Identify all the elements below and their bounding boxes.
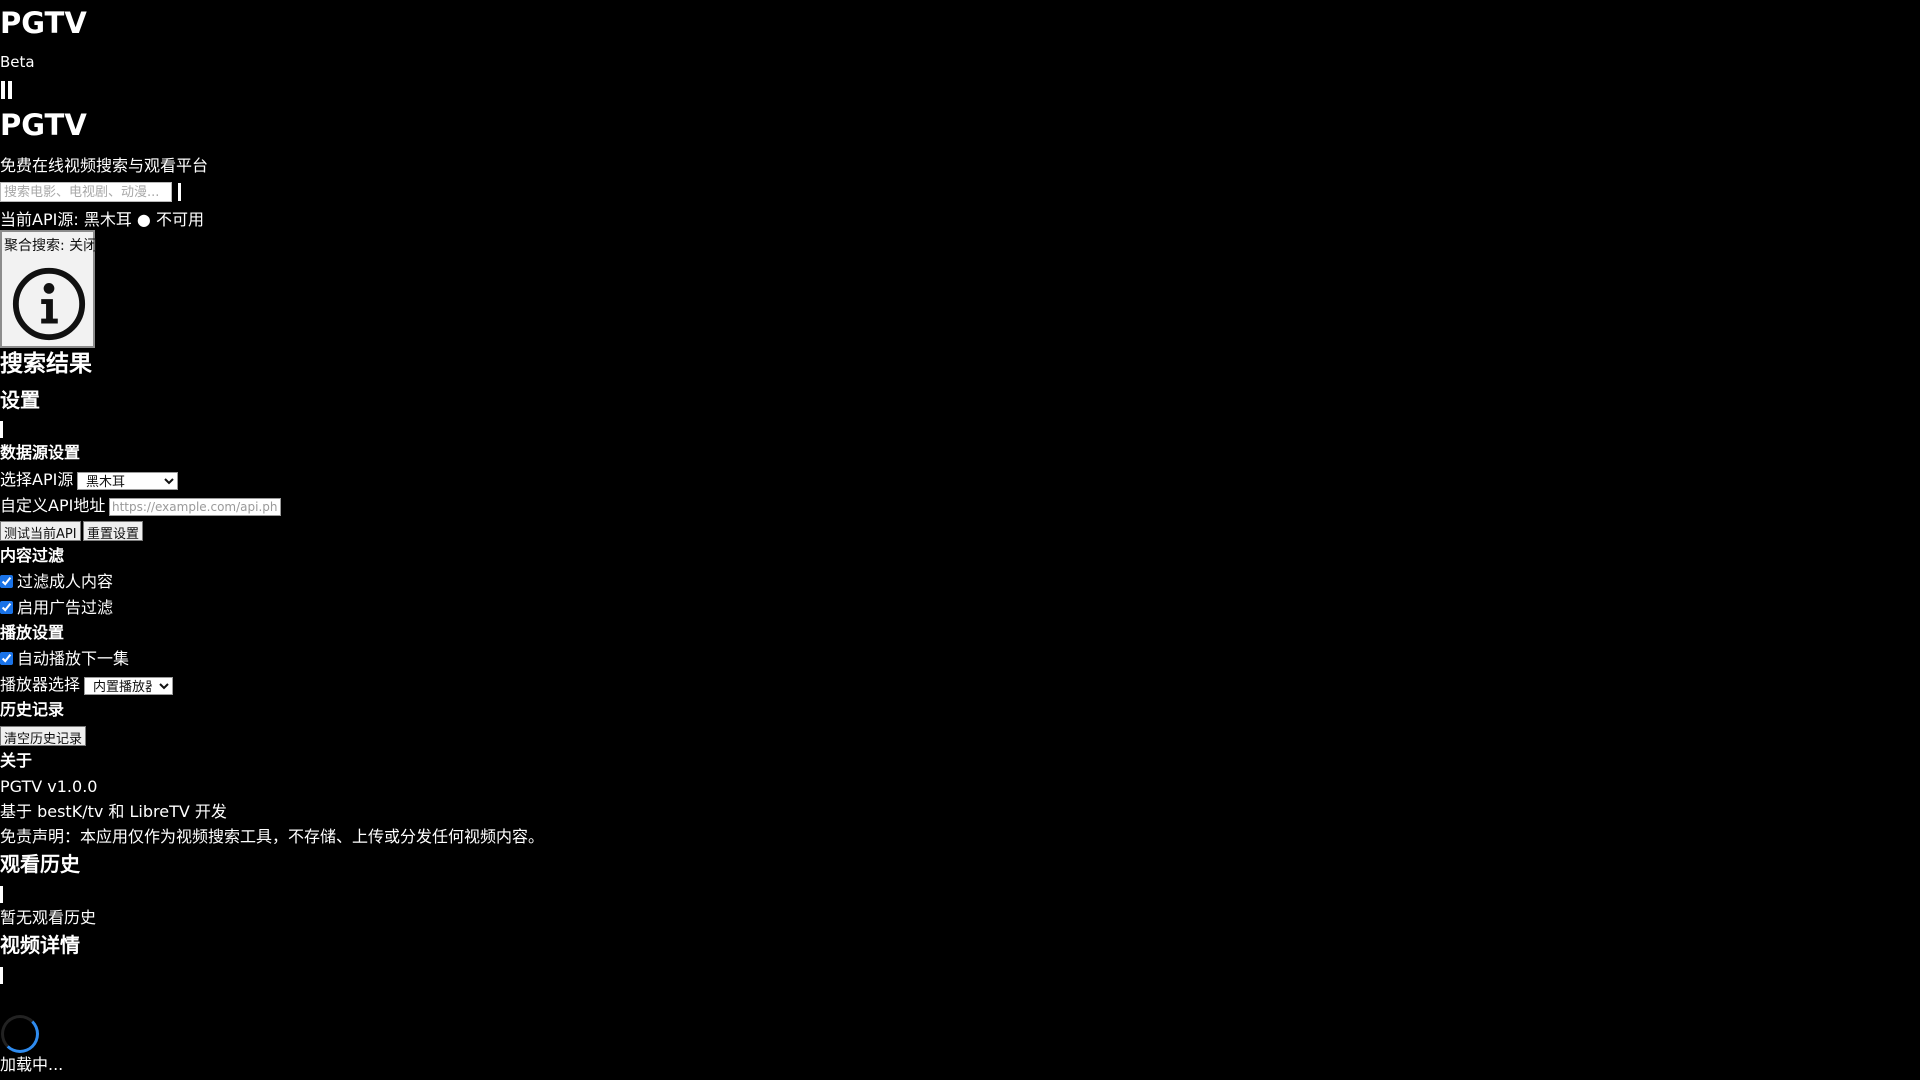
settings-title: 设置	[0, 388, 40, 412]
api-status-label: 当前API源:	[0, 210, 79, 229]
aggregate-search-toggle[interactable]: 聚合搜索: 关闭	[0, 230, 98, 348]
content-filter-title: 内容过滤	[0, 546, 65, 565]
data-source-title: 数据源设置	[0, 443, 81, 462]
test-api-button[interactable]: 测试当前API	[0, 521, 81, 542]
menu-bar-icon-2[interactable]	[8, 81, 12, 99]
loading-spinner-icon	[1, 1015, 39, 1053]
history-settings-title: 历史记录	[0, 700, 65, 719]
player-select[interactable]: 内置播放器	[84, 677, 173, 695]
about-version: PGTV v1.0.0	[0, 777, 98, 796]
watch-history-empty: 暂无观看历史	[0, 908, 97, 927]
autoplay-checkbox[interactable]	[0, 652, 13, 665]
ad-filter-checkbox[interactable]	[0, 601, 13, 614]
page: PGTV Beta PGTV 免费在线视频搜索与观看平台 当前API源: 黑木耳…	[0, 0, 1920, 1080]
reset-settings-button[interactable]: 重置设置	[83, 521, 144, 542]
settings-close-icon[interactable]	[0, 421, 3, 438]
custom-api-label: 自定义API地址	[0, 496, 106, 515]
adult-filter-checkbox[interactable]	[0, 575, 13, 588]
watch-history-close-icon[interactable]	[0, 886, 3, 903]
aggregate-search-label: 聚合搜索: 关闭	[4, 238, 98, 254]
player-label: 播放器选择	[0, 675, 81, 694]
search-input[interactable]	[0, 182, 172, 202]
about-credits: 基于 bestK/tv 和 LibreTV 开发	[0, 802, 227, 821]
custom-api-input[interactable]	[109, 498, 281, 516]
menu-bar-icon[interactable]	[1, 81, 5, 99]
hero-subtitle: 免费在线视频搜索与观看平台	[0, 156, 209, 175]
info-icon[interactable]	[10, 265, 88, 343]
loading-text: 加载中...	[0, 1055, 64, 1074]
autoplay-label: 自动播放下一集	[17, 649, 130, 668]
api-status-state: 不可用	[155, 210, 204, 229]
about-title: 关于	[0, 751, 33, 770]
api-status-source: 黑木耳	[83, 210, 132, 229]
watch-history-title: 观看历史	[0, 852, 80, 876]
search-button[interactable]	[178, 183, 181, 201]
beta-badge: Beta	[0, 53, 35, 71]
adult-filter-label: 过滤成人内容	[17, 572, 114, 591]
video-detail-close-icon[interactable]	[0, 967, 3, 984]
api-source-label: 选择API源	[0, 470, 74, 489]
video-detail-title: 视频详情	[0, 933, 80, 957]
ad-filter-label: 启用广告过滤	[17, 598, 114, 617]
clear-history-button[interactable]: 清空历史记录	[0, 726, 87, 747]
logo-title[interactable]: PGTV	[0, 7, 87, 40]
api-status-dot: ●	[136, 210, 151, 229]
api-status: 当前API源: 黑木耳 ● 不可用	[0, 206, 204, 230]
about-disclaimer: 免责声明：本应用仅作为视频搜索工具，不存储、上传或分发任何视频内容。	[0, 827, 545, 846]
search-results-title: 搜索结果	[0, 351, 92, 377]
api-source-select[interactable]: 黑木耳	[77, 472, 178, 490]
hero-title: PGTV	[0, 108, 87, 142]
playback-title: 播放设置	[0, 623, 65, 642]
